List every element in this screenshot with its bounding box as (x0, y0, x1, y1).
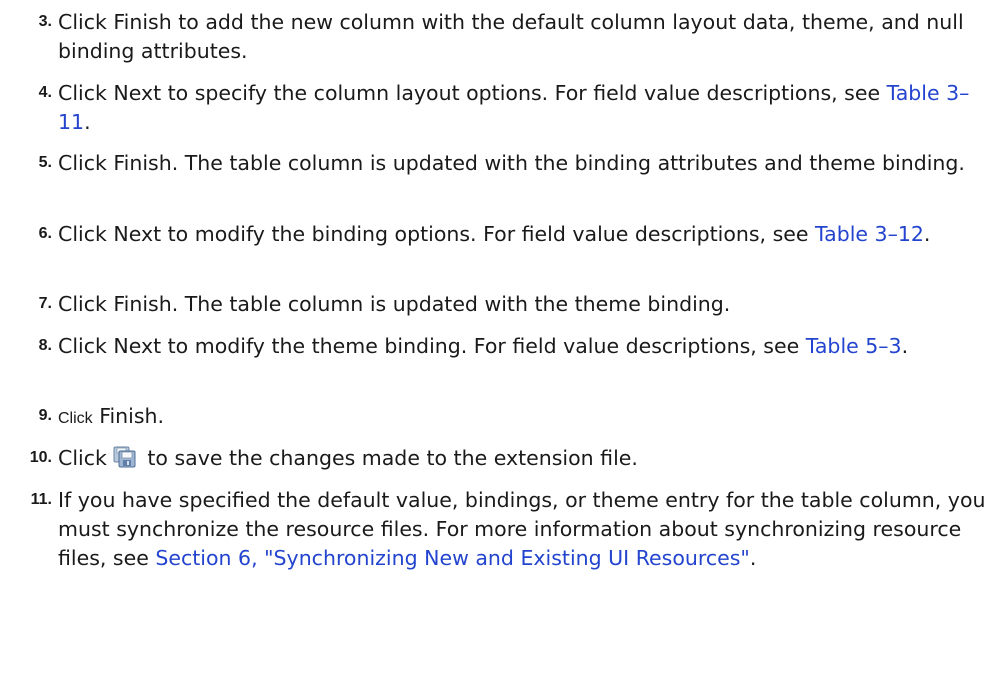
step-text-small: Click (58, 410, 93, 427)
step-text-lead: Click (58, 446, 107, 470)
step-text-lead: Click Next to specify the column layout … (58, 81, 887, 105)
step-number: 7. (38, 295, 52, 312)
step-text-trail: to save the changes made to the extensio… (140, 446, 638, 470)
section-6-link[interactable]: Section 6, "Synchronizing New and Existi… (155, 546, 750, 570)
step-number: 6. (38, 225, 52, 242)
step-text: Click Finish to add the new column with … (58, 10, 964, 63)
table-3-12-link[interactable]: Table 3–12 (815, 222, 924, 246)
step-text: Click Finish. (58, 402, 988, 433)
step-text: Click to save the changes made to the ex… (58, 444, 988, 473)
save-all-icon[interactable] (113, 446, 137, 468)
step-text-trail: . (84, 110, 91, 134)
step-text-trail: . (923, 222, 931, 246)
step-number: 4. (38, 84, 52, 101)
step-number: 5. (38, 154, 52, 171)
table-5-3-link[interactable]: Table 5–3 (806, 334, 902, 358)
step-text: Click Next to specify the column layout … (58, 79, 988, 137)
step-text-trail: . (749, 546, 757, 570)
step-number: 9. (38, 407, 52, 424)
step-text-lead: Click Next to modify the theme binding. … (58, 334, 806, 358)
step-text: Click Next to modify the theme binding. … (58, 332, 988, 361)
step-text: Click Next to modify the binding options… (58, 220, 988, 249)
step-text-trail: . (901, 334, 909, 358)
step-text: Click Finish. The table column is update… (58, 292, 731, 316)
step-number: 8. (38, 337, 52, 354)
step-text-trail: Finish. (92, 404, 165, 428)
step-text: Click Finish. The table column is update… (58, 151, 965, 175)
step-number: 3. (38, 13, 52, 30)
step-text-lead: Click Next to modify the binding options… (58, 222, 816, 246)
step-text: If you have specified the default value,… (58, 486, 988, 573)
step-number: 10. (29, 449, 52, 466)
step-number: 11. (30, 491, 52, 508)
